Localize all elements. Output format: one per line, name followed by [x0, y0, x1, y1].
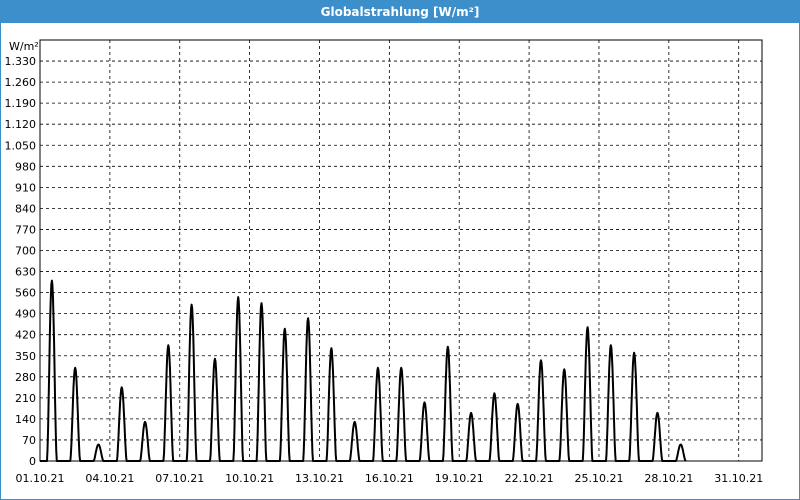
x-tick-label: 25.10.21	[574, 472, 623, 485]
y-tick-label: 700	[15, 245, 36, 258]
y-tick-label: 420	[15, 329, 36, 342]
y-tick-label: 560	[15, 287, 36, 300]
y-tick-label: 1.260	[5, 76, 37, 89]
y-tick-label: 70	[22, 434, 36, 447]
grid-lines	[40, 40, 762, 461]
y-tick-label: 1.050	[5, 139, 37, 152]
y-tick-label: 210	[15, 392, 36, 405]
x-tick-label: 13.10.21	[295, 472, 344, 485]
y-tick-label: 630	[15, 266, 36, 279]
y-tick-label: 840	[15, 202, 36, 215]
y-tick-label: 140	[15, 413, 36, 426]
series-line	[40, 279, 687, 462]
x-tick-label: 22.10.21	[505, 472, 554, 485]
y-tick-label: 280	[15, 371, 36, 384]
y-axis-tick-labels: 0 70 140 210 280 350 420 490 560 630 700 770 840 910 9…	[5, 55, 37, 468]
line-chart: 0 70 140 210 280 350 420 490 560 630 700 770 840 910 9…	[5, 39, 764, 485]
x-tick-label: 28.10.21	[644, 472, 693, 485]
y-tick-label: 490	[15, 308, 36, 321]
y-tick-label: 770	[15, 223, 36, 236]
x-axis-tick-labels: 01.10.21 04.10.21 07.10.21 10.10.21 13.10.21…	[16, 472, 764, 485]
x-tick-label: 04.10.21	[85, 472, 134, 485]
y-tick-label: 910	[15, 181, 36, 194]
y-tick-label: 980	[15, 160, 36, 173]
y-axis-unit-label: W/m²	[9, 40, 39, 53]
y-tick-label: 1.190	[5, 97, 37, 110]
x-tick-label: 10.10.21	[225, 472, 274, 485]
x-tick-label: 31.10.21	[714, 472, 763, 485]
y-tick-label: 350	[15, 350, 36, 363]
y-tick-label: 1.330	[5, 55, 37, 68]
series-globalstrahlung	[40, 279, 687, 462]
y-tick-label: 0	[29, 455, 36, 468]
x-tick-label: 16.10.21	[365, 472, 414, 485]
x-tick-label: 07.10.21	[155, 472, 204, 485]
x-tick-label: 19.10.21	[435, 472, 484, 485]
y-tick-label: 1.120	[5, 118, 37, 131]
x-tick-label: 01.10.21	[16, 472, 65, 485]
